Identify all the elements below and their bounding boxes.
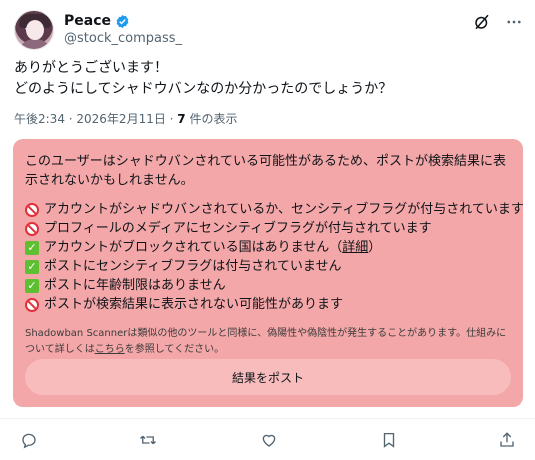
action-bar [18,429,518,451]
check-item: プロフィールのメディアにセンシティブフラグが付与されています [25,219,511,238]
check-item: ポストが検索結果に表示されない可能性があります [25,295,511,314]
post-result-button[interactable]: 結果をポスト [25,359,511,395]
tweet-line: ありがとうございます！ [14,60,168,76]
verified-badge-icon [116,14,129,28]
prohibited-icon [25,221,39,236]
repost-icon[interactable] [137,429,159,451]
check-list: アカウントがシャドウバンされているか、センシティブフラグが付与されています プロ… [25,200,524,314]
disclaimer-link[interactable]: こちら [95,344,125,355]
tweet-text: ありがとうございます！ どのようにしてシャドウバンなのか分かったのでしょうか？ [14,58,519,100]
check-text: アカウントがシャドウバンされているか、センシティブフラグが付与されています [44,202,524,217]
panel-intro: このユーザーはシャドウバンされている可能性があるため、ポストが検索結果に表示され… [25,154,507,188]
views-label: 件の表示 [185,112,238,126]
check-text: アカウントがブロックされている国はありません（詳細） [44,238,381,257]
name-row: Peace [64,12,130,30]
check-item: ✓ アカウントがブロックされている国はありません（詳細） [25,238,511,257]
check-mark-icon: ✓ [25,259,39,274]
shadowban-panel: このユーザーはシャドウバンされている可能性があるため、ポストが検索結果に表示され… [13,139,524,407]
details-link[interactable]: 詳細 [342,240,368,255]
tweet-meta: 午後2:34 · 2026年2月11日 · 7 件の表示 [14,110,237,127]
bookmark-icon[interactable] [378,429,400,451]
check-text: ポストが検索結果に表示されない可能性があります [44,297,344,312]
prohibited-icon [25,202,39,217]
check-text: プロフィールのメディアにセンシティブフラグが付与されています [44,221,432,236]
divider [0,418,535,419]
like-icon[interactable] [258,429,280,451]
tweet-header: Peace @stock_compass_ [14,8,524,50]
prohibited-icon [25,297,39,312]
avatar[interactable] [14,10,54,50]
check-item: ✓ ポストにセンシティブフラグは付与されていません [25,257,511,276]
user-handle[interactable]: @stock_compass_ [64,31,182,46]
tweet-line: どのようにしてシャドウバンなのか分かったのでしょうか？ [14,81,393,97]
tweet-timestamp[interactable]: 午後2:34 · 2026年2月11日 · [14,112,177,126]
check-text-main: アカウントがブロックされている国はありません（ [44,240,343,255]
more-icon[interactable] [504,12,524,32]
check-item: ✓ ポストに年齢制限はありません [25,276,511,295]
check-text: ポストにセンシティブフラグは付与されていません [44,259,342,274]
disclaimer: Shadowban Scannerは類似の他のツールと同様に、偽陽性や偽陰性が発… [25,326,511,358]
grok-icon[interactable] [472,12,492,32]
check-mark-icon: ✓ [25,240,39,255]
check-text: ポストに年齢制限はありません [44,278,226,293]
header-actions [472,12,524,32]
share-icon[interactable] [496,429,518,451]
check-item: アカウントがシャドウバンされているか、センシティブフラグが付与されています [25,200,524,219]
disclaimer-text-end: を参照してください。 [124,344,225,355]
reply-icon[interactable] [18,429,40,451]
check-text-suffix: ） [368,240,382,255]
views-count: 7 [177,112,186,126]
display-name[interactable]: Peace [64,13,111,29]
check-mark-icon: ✓ [25,278,39,293]
